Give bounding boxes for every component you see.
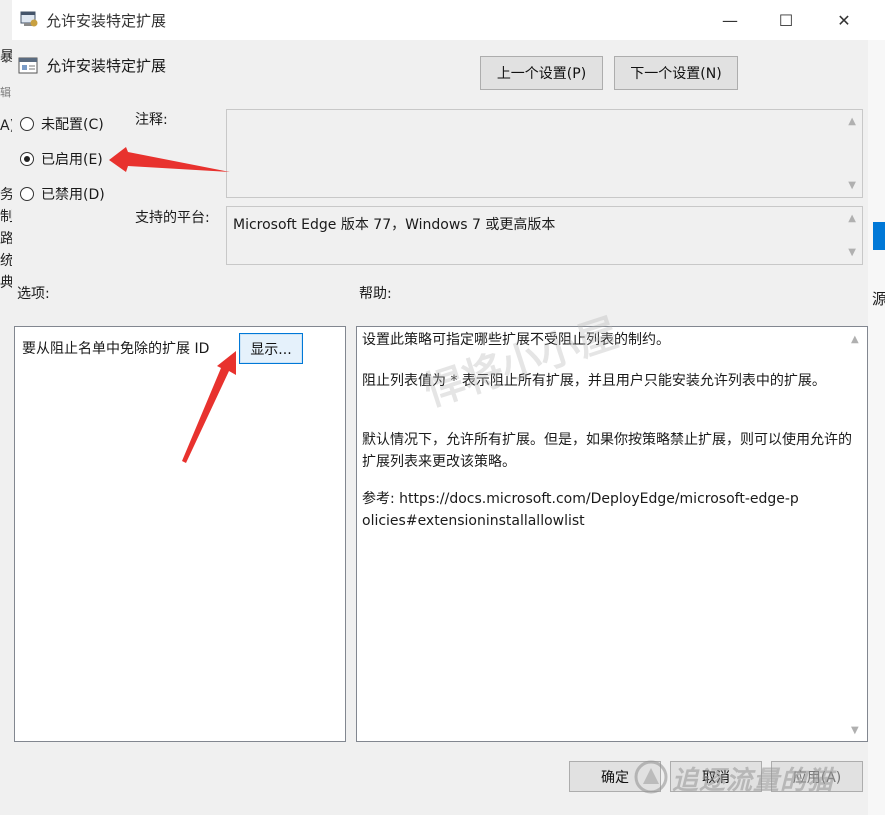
annotation-arrow-enabled: [109, 147, 230, 172]
annotation-arrow-show: [182, 351, 236, 463]
annotation-layer: [109, 147, 236, 463]
